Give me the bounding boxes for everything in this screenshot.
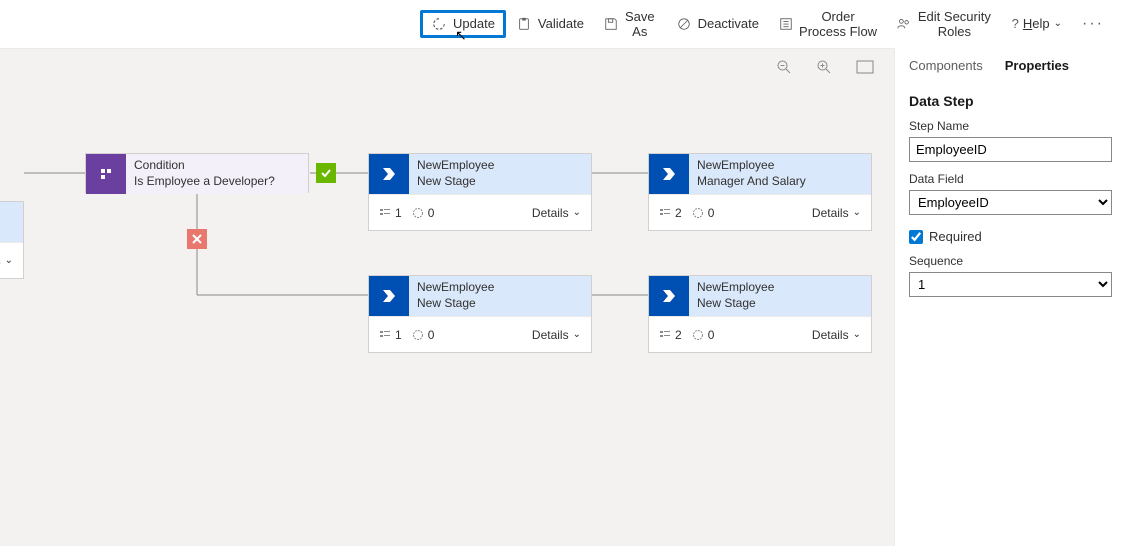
chevron-down-icon: ⌄ xyxy=(5,255,13,266)
validate-label: Validate xyxy=(538,16,584,31)
details-label: ls xyxy=(0,254,1,268)
order-process-flow-button[interactable]: Order Process Flow xyxy=(769,3,887,45)
stage-icon xyxy=(649,154,689,194)
steps-count: 1 xyxy=(379,206,402,220)
help-rest: elp xyxy=(1032,16,1049,31)
properties-panel: Components Properties Data Step Step Nam… xyxy=(894,48,1126,546)
steps-count: 1 xyxy=(379,328,402,342)
section-title: Data Step xyxy=(909,93,1112,109)
help-icon: ? xyxy=(1012,16,1019,31)
stage-name: New Stage xyxy=(417,296,583,312)
save-icon xyxy=(604,16,618,32)
order-label: Order Process Flow xyxy=(799,9,877,39)
sequence-select[interactable]: 1 xyxy=(909,272,1112,297)
refresh-icon xyxy=(431,16,447,32)
details-toggle[interactable]: Details ⌄ xyxy=(532,328,581,342)
condition-icon xyxy=(86,154,126,194)
command-bar: Update Validate Save As Deactivate Order… xyxy=(0,0,1126,48)
stage-icon xyxy=(369,154,409,194)
stage-entity: NewEmployee xyxy=(697,158,863,174)
duration-count: 0 xyxy=(412,328,435,342)
chevron-down-icon: ⌄ xyxy=(573,329,581,340)
stage-card-b[interactable]: NewEmployee Manager And Salary 2 0 Detai… xyxy=(648,153,872,231)
data-field-select[interactable]: EmployeeID xyxy=(909,190,1112,215)
update-label: Update xyxy=(453,16,495,31)
steps-count: 2 xyxy=(659,206,682,220)
order-icon xyxy=(779,16,793,32)
details-label: Details xyxy=(532,328,569,342)
deactivate-icon xyxy=(676,16,692,32)
condition-card[interactable]: Condition Is Employee a Developer? xyxy=(85,153,309,193)
help-button[interactable]: ? Help ⌄ xyxy=(1002,10,1072,37)
duration-count: 0 xyxy=(692,206,715,220)
stage-entity: NewEmployee xyxy=(417,158,583,174)
chevron-down-icon: ⌄ xyxy=(853,329,861,340)
stage-card-partial[interactable]: ls ⌄ xyxy=(0,201,24,279)
canvas-wrap: ls ⌄ Condition Is Employee a Developer? xyxy=(0,48,894,546)
required-label: Required xyxy=(929,229,982,244)
stage-card-c[interactable]: NewEmployee New Stage 1 0 Details ⌄ xyxy=(368,275,592,353)
details-label: Details xyxy=(812,328,849,342)
details-toggle[interactable]: Details ⌄ xyxy=(812,206,861,220)
deactivate-label: Deactivate xyxy=(698,16,759,31)
stage-entity: NewEmployee xyxy=(417,280,583,296)
details-toggle[interactable]: ls ⌄ xyxy=(0,254,13,268)
condition-title: Condition xyxy=(134,158,300,174)
step-name-input[interactable] xyxy=(909,137,1112,162)
sequence-label: Sequence xyxy=(909,254,1112,268)
chevron-down-icon: ⌄ xyxy=(1054,18,1062,29)
stage-card-a[interactable]: NewEmployee New Stage 1 0 Details ⌄ xyxy=(368,153,592,231)
details-label: Details xyxy=(532,206,569,220)
edit-security-roles-button[interactable]: Edit Security Roles xyxy=(887,3,1002,45)
tab-properties[interactable]: Properties xyxy=(1005,58,1069,73)
help-prefix: H xyxy=(1023,16,1032,31)
stage-name: New Stage xyxy=(697,296,863,312)
panel-tabs: Components Properties xyxy=(895,48,1126,81)
details-toggle[interactable]: Details ⌄ xyxy=(532,206,581,220)
data-field-label: Data Field xyxy=(909,172,1112,186)
deactivate-button[interactable]: Deactivate xyxy=(666,10,769,38)
update-button[interactable]: Update xyxy=(420,10,506,38)
details-toggle[interactable]: Details ⌄ xyxy=(812,328,861,342)
validate-button[interactable]: Validate xyxy=(506,10,594,38)
edit-security-label: Edit Security Roles xyxy=(917,9,992,39)
tab-components[interactable]: Components xyxy=(909,58,983,73)
condition-false-pill xyxy=(187,229,207,249)
required-checkbox[interactable] xyxy=(909,230,923,244)
stage-icon xyxy=(369,276,409,316)
stage-card-d[interactable]: NewEmployee New Stage 2 0 Details ⌄ xyxy=(648,275,872,353)
stage-icon xyxy=(649,276,689,316)
condition-subtitle: Is Employee a Developer? xyxy=(134,174,300,190)
save-as-button[interactable]: Save As xyxy=(594,3,666,45)
details-label: Details xyxy=(812,206,849,220)
clipboard-icon xyxy=(516,16,532,32)
chevron-down-icon: ⌄ xyxy=(573,207,581,218)
chevron-down-icon: ⌄ xyxy=(853,207,861,218)
people-icon xyxy=(897,16,911,32)
step-name-label: Step Name xyxy=(909,119,1112,133)
stage-name: Manager And Salary xyxy=(697,174,863,190)
stage-entity: NewEmployee xyxy=(697,280,863,296)
steps-count: 2 xyxy=(659,328,682,342)
duration-count: 0 xyxy=(692,328,715,342)
more-commands-button[interactable]: ··· xyxy=(1072,11,1114,37)
condition-true-pill xyxy=(316,163,336,183)
stage-name: New Stage xyxy=(417,174,583,190)
save-as-label: Save As xyxy=(624,9,656,39)
main-area: ls ⌄ Condition Is Employee a Developer? xyxy=(0,48,1126,546)
duration-count: 0 xyxy=(412,206,435,220)
